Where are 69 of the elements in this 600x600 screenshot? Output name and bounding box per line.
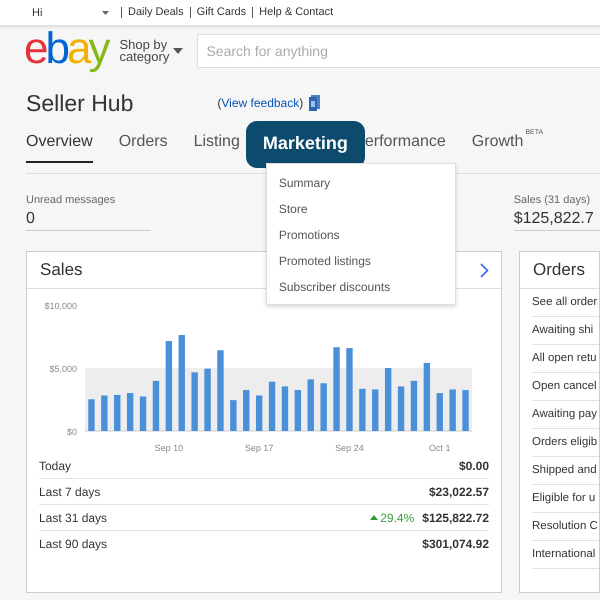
tab[interactable]: Listing [194,125,240,163]
sales-amount: $0.00 [458,458,489,472]
page-title: Seller Hub [26,90,134,116]
period-label: Last 90 days [39,536,108,550]
orders-link[interactable]: Open cancel [532,373,599,401]
x-tick-label: Sep 10 [154,443,184,453]
menu-item[interactable]: Subscriber discounts [266,274,455,300]
change-percent: 29.4% [380,510,414,524]
stat-label: Sales (31 days) [514,194,592,206]
shop-by-category-button[interactable]: Shop by category [119,39,172,63]
orders-link[interactable]: Eligible for u [532,485,599,513]
tab[interactable]: erformance [364,125,446,163]
chart-bar [230,400,237,431]
card-title: Sales [40,260,83,280]
orders-link[interactable]: Resolution C [532,513,599,541]
tab[interactable]: Overview [26,125,93,163]
top-link[interactable]: Daily Deals [121,7,190,18]
orders-link[interactable]: International [532,541,599,569]
top-link[interactable]: Help & Contact [252,7,340,18]
sales-amount: $301,074.92 [422,536,489,550]
stat-value: $125,822.7 [514,210,595,228]
view-feedback-link[interactable]: View feedback [221,96,300,110]
feedback-icon [309,95,320,111]
chart-bar [359,388,366,431]
x-tick-label: Oct 1 [429,443,450,453]
chart-bar [294,390,302,431]
y-tick-label: $10,000 [44,301,77,311]
parenthesis: ) [299,96,304,110]
chevron-right-icon[interactable] [480,262,489,278]
stat-label: Unread messages [26,194,116,206]
x-tick-label: Sep 24 [335,443,364,453]
orders-link[interactable]: Shipped and [532,457,599,485]
period-label: Last 7 days [39,484,102,498]
tab[interactable]: Orders [118,125,168,163]
y-tick-label: $0 [66,427,77,437]
menu-item[interactable]: Promotions [266,222,455,248]
x-tick-label: Sep 17 [244,443,274,453]
menu-item[interactable]: Summary [266,170,455,196]
chart-bar [101,395,108,431]
chart-bar [114,394,120,431]
period-label: Last 31 days [39,510,108,524]
chart-bar [372,389,378,431]
y-tick-label: $5,000 [49,364,77,374]
top-link[interactable]: Gift Cards [190,7,252,18]
chart-bar [424,362,430,431]
orders-link[interactable]: All open retu [532,345,599,373]
tab[interactable]: Marketing [246,120,365,168]
caret-icon[interactable] [102,10,109,14]
tab[interactable]: Growth [472,125,524,163]
sales-amount: $23,022.57 [428,484,489,498]
caret-icon[interactable] [173,48,184,54]
period-label: Today [39,458,72,472]
menu-item[interactable]: Promoted listings [266,248,455,274]
ebay-logo[interactable]: ebay [24,27,108,71]
parenthesis: ( [217,96,222,110]
orders-link[interactable]: Awaiting shi [532,317,599,345]
chart-bar [243,390,250,431]
menu-item[interactable]: Store [266,196,455,222]
orders-link[interactable]: Orders eligib [532,429,599,457]
beta-label: BETA [525,129,544,136]
chart-bar [436,393,443,431]
orders-link[interactable]: Awaiting pay [532,401,599,429]
stat-value: 0 [26,210,36,228]
orders-link[interactable]: See all order [532,289,599,317]
search-field[interactable]: Search for anything [197,34,600,68]
chart-bar [308,379,314,431]
greeting[interactable]: Hi [32,6,102,18]
sales-amount: $125,822.72 [422,510,489,524]
card-title: Orders [533,260,585,280]
